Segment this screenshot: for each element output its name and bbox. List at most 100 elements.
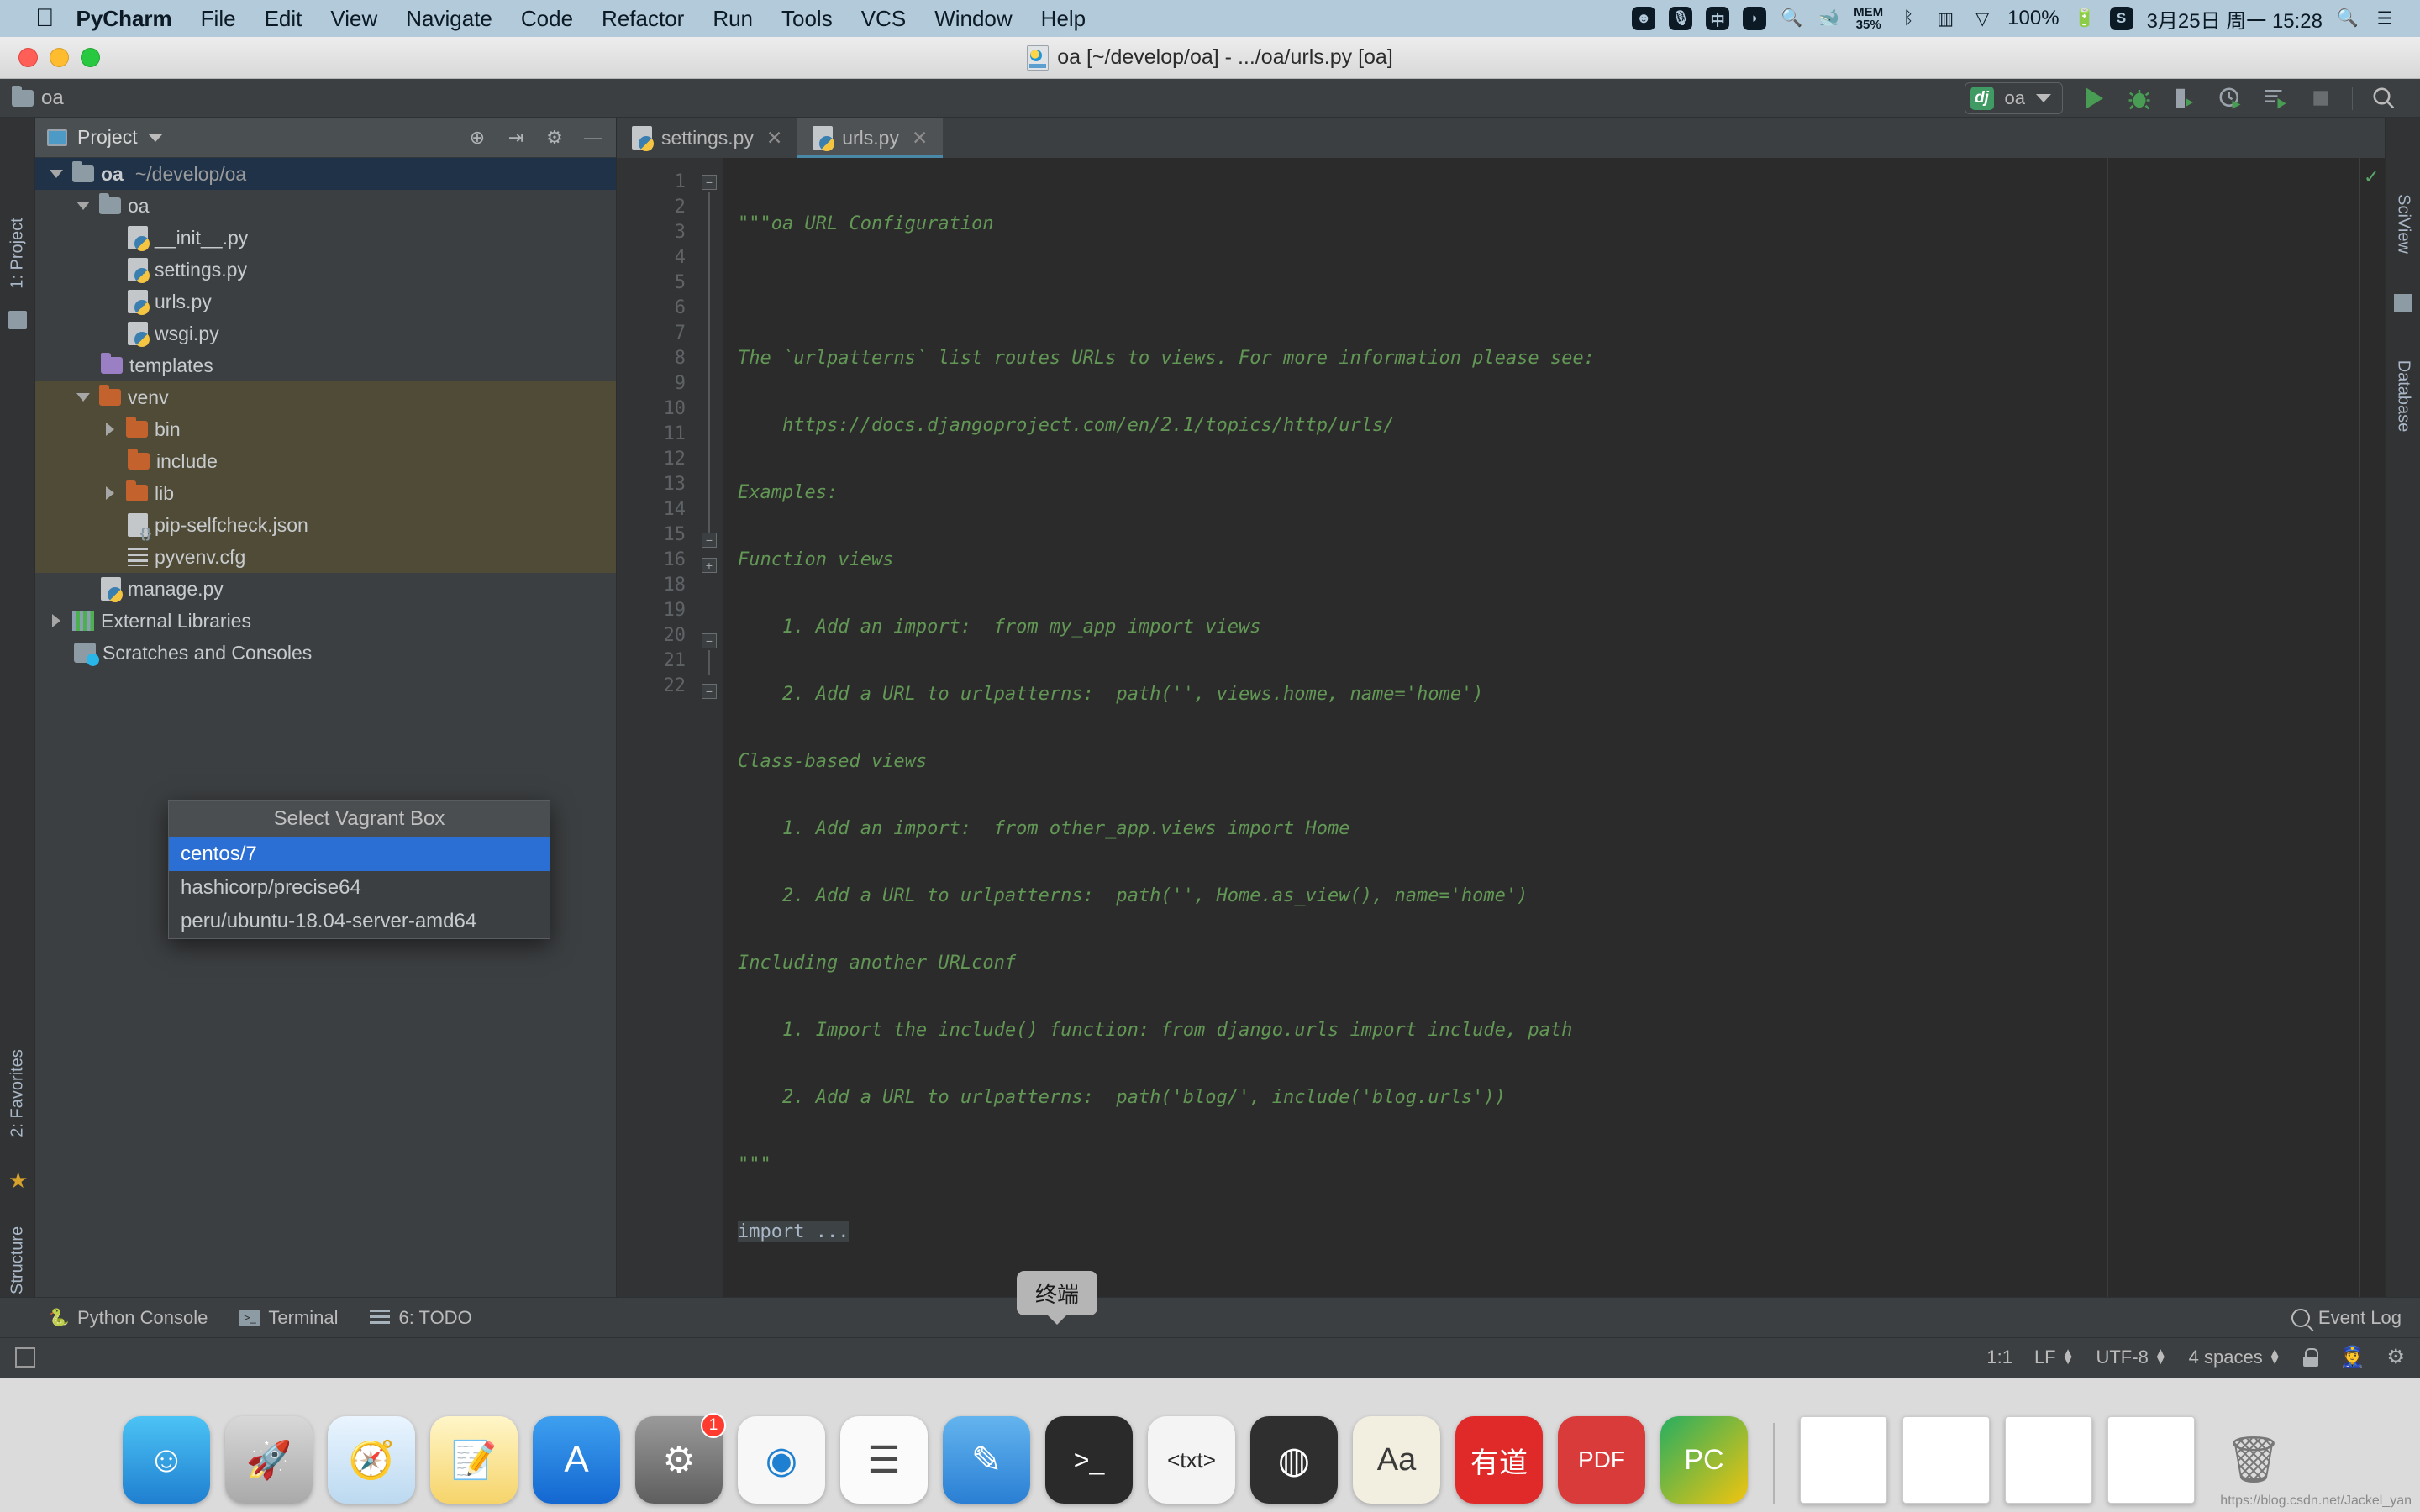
- dock-launchpad-icon[interactable]: 🚀: [225, 1416, 313, 1504]
- tab-urls-py[interactable]: urls.py ✕: [797, 118, 944, 158]
- chevron-down-icon[interactable]: [2036, 93, 2051, 102]
- tree-row-settings-py[interactable]: settings.py: [35, 254, 616, 286]
- tree-row-urls-py[interactable]: urls.py: [35, 286, 616, 318]
- dock-chrome-icon[interactable]: ◉: [738, 1416, 825, 1504]
- tree-row-manage-py[interactable]: manage.py: [35, 573, 616, 605]
- expand-arrow-icon[interactable]: [74, 393, 92, 402]
- close-icon[interactable]: ✕: [766, 127, 782, 150]
- code-folding-gutter[interactable]: − − + − −: [697, 158, 723, 1297]
- menu-navigate[interactable]: Navigate: [406, 6, 492, 32]
- expand-arrow-icon[interactable]: [47, 170, 66, 178]
- lock-icon[interactable]: [2302, 1347, 2318, 1367]
- code-content[interactable]: """oa URL Configuration The `urlpatterns…: [723, 158, 2107, 1297]
- tree-row-wsgi-py[interactable]: wsgi.py: [35, 318, 616, 349]
- tree-row-lib[interactable]: lib: [35, 477, 616, 509]
- sidebar-item-sciview[interactable]: SciView: [2393, 194, 2412, 254]
- line-separator-selector[interactable]: LF ▲ ▼: [2034, 1347, 2075, 1368]
- menu-edit[interactable]: Edit: [265, 6, 302, 32]
- memory-monitor[interactable]: MEM 35%: [1854, 6, 1883, 31]
- sidebar-item-database[interactable]: Database: [2393, 360, 2412, 433]
- dock-document-window-4[interactable]: [2107, 1416, 2195, 1504]
- dock-document-window-2[interactable]: [1902, 1416, 1990, 1504]
- menu-help[interactable]: Help: [1041, 6, 1086, 32]
- bluetooth-icon[interactable]: ᛒ: [1897, 7, 1920, 30]
- tree-row-scratches[interactable]: Scratches and Consoles: [35, 637, 616, 669]
- fold-docstring-end-icon[interactable]: −: [702, 533, 717, 548]
- dock-text-editor-icon[interactable]: <txt>: [1148, 1416, 1235, 1504]
- dock-trash-icon[interactable]: 🗑: [2210, 1416, 2297, 1504]
- run-with-params-button[interactable]: [2261, 84, 2290, 113]
- debug-button[interactable]: [2125, 84, 2154, 113]
- battery-bars-icon[interactable]: ▥: [1933, 7, 1957, 30]
- magnifier-badge-icon[interactable]: 🔍: [1780, 7, 1803, 30]
- search-everywhere-button[interactable]: [2370, 84, 2398, 113]
- toggle-tool-windows-icon[interactable]: [15, 1347, 35, 1368]
- tree-row-external-libraries[interactable]: External Libraries: [35, 605, 616, 637]
- smiley-badge-icon[interactable]: ☻: [1632, 7, 1656, 30]
- hide-icon[interactable]: —: [582, 127, 604, 149]
- run-configuration-selector[interactable]: dj oa: [1964, 81, 2063, 114]
- tree-row-pip-selfcheck[interactable]: pip-selfcheck.json: [35, 509, 616, 542]
- vagrant-box-option-centos7[interactable]: centos/7: [169, 837, 550, 871]
- sogou-s-icon[interactable]: S: [2109, 7, 2133, 30]
- target-icon[interactable]: ⊕: [466, 127, 488, 149]
- location-icon[interactable]: ▽: [1970, 7, 1994, 30]
- code-line-folded-imports[interactable]: import ...: [738, 1220, 2107, 1245]
- fold-urlpatterns-end-icon[interactable]: −: [702, 684, 717, 699]
- collapse-arrow-icon[interactable]: [101, 423, 119, 436]
- sciview-icon[interactable]: [2394, 294, 2412, 312]
- indent-selector[interactable]: 4 spaces ▲ ▼: [2189, 1347, 2281, 1368]
- tab-settings-py[interactable]: settings.py ✕: [617, 118, 798, 158]
- control-center-icon[interactable]: ☰: [2373, 7, 2396, 30]
- hector-inspector-icon[interactable]: 👮: [2340, 1345, 2365, 1369]
- dock-safari-icon[interactable]: 🧭: [328, 1416, 415, 1504]
- dock-document-window-3[interactable]: [2005, 1416, 2092, 1504]
- fold-urlpatterns-icon[interactable]: −: [702, 633, 717, 648]
- caret-position[interactable]: 1:1: [1986, 1347, 2012, 1368]
- sidebar-item-favorites[interactable]: 2: Favorites: [8, 1049, 27, 1137]
- chevron-down-icon[interactable]: [147, 133, 163, 142]
- settings-gear-icon[interactable]: ⚙: [544, 127, 566, 149]
- tree-row-templates[interactable]: templates: [35, 349, 616, 381]
- dock-app-store-icon[interactable]: A: [533, 1416, 620, 1504]
- menu-view[interactable]: View: [330, 6, 377, 32]
- menu-tools[interactable]: Tools: [781, 6, 833, 32]
- tree-row-bin[interactable]: bin: [35, 413, 616, 445]
- dock-editor-blue-icon[interactable]: ✎: [943, 1416, 1030, 1504]
- dock-pycharm-icon[interactable]: PC: [1660, 1416, 1748, 1504]
- dock-reminders-icon[interactable]: ☰: [840, 1416, 928, 1504]
- clock-datetime[interactable]: 3月25日 周一 15:28: [2147, 4, 2323, 34]
- close-icon[interactable]: ✕: [912, 127, 928, 150]
- dock-system-preferences-icon[interactable]: ⚙ 1: [635, 1413, 726, 1504]
- collapse-arrow-icon[interactable]: [101, 486, 119, 500]
- dock-document-window-1[interactable]: [1800, 1416, 1887, 1504]
- dock-music-meter-icon[interactable]: ◍: [1250, 1416, 1338, 1504]
- menu-pycharm[interactable]: PyCharm: [76, 6, 172, 32]
- vagrant-box-option-ubuntu1804[interactable]: peru/ubuntu-18.04-server-amd64: [169, 905, 550, 938]
- moon-icon[interactable]: ◗: [1743, 7, 1767, 30]
- gear-help-icon[interactable]: ⚙: [2386, 1345, 2405, 1369]
- dock-finder-icon[interactable]: ☺: [123, 1416, 210, 1504]
- fold-imports-icon[interactable]: +: [702, 558, 717, 573]
- dock-youdao-icon[interactable]: 有道: [1455, 1416, 1543, 1504]
- tree-row-oa-module[interactable]: oa: [35, 190, 616, 222]
- fold-docstring-icon[interactable]: −: [702, 175, 717, 190]
- tree-row-include[interactable]: include: [35, 445, 616, 477]
- sidebar-item-project[interactable]: 1: Project: [8, 218, 27, 288]
- menu-refactor[interactable]: Refactor: [602, 6, 684, 32]
- terminal-button[interactable]: >_ Terminal: [239, 1307, 338, 1329]
- collapse-all-icon[interactable]: ⇥: [505, 127, 527, 149]
- menu-file[interactable]: File: [201, 6, 236, 32]
- breadcrumb[interactable]: oa: [12, 85, 64, 110]
- docker-whale-icon[interactable]: 🐋: [1817, 7, 1840, 30]
- event-log-button[interactable]: Event Log: [2291, 1307, 2420, 1329]
- stop-button[interactable]: [2307, 84, 2335, 113]
- vagrant-box-option-precise64[interactable]: hashicorp/precise64: [169, 871, 550, 905]
- tree-row-init-py[interactable]: __init__.py: [35, 222, 616, 254]
- expand-arrow-icon[interactable]: [74, 202, 92, 210]
- run-button[interactable]: [2080, 84, 2108, 113]
- todo-button[interactable]: 6: TODO: [370, 1307, 472, 1329]
- dock-dictionary-icon[interactable]: Aa: [1353, 1416, 1440, 1504]
- ime-chinese-icon[interactable]: 中: [1706, 7, 1730, 30]
- python-console-button[interactable]: 🐍 Python Console: [49, 1307, 208, 1329]
